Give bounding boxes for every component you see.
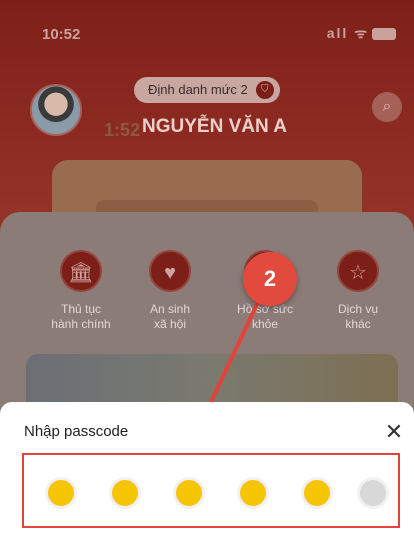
shield-icon: ⛉ xyxy=(255,81,274,99)
passcode-dot xyxy=(304,480,330,506)
service-label-line2: khác xyxy=(345,317,371,331)
service-label: Hồ sơ sức khỏe xyxy=(225,302,305,332)
passcode-dot xyxy=(176,480,202,506)
service-label: Thủ tục hành chính xyxy=(41,302,121,332)
signal-wifi-icon: all ᯤ xyxy=(327,24,396,43)
user-name: NGUYỄN VĂN A xyxy=(142,116,287,137)
service-label: An sinh xã hội xyxy=(130,302,210,332)
service-label-line1: An sinh xyxy=(149,302,191,316)
service-label-line1: Thủ tục xyxy=(60,302,102,316)
passcode-sheet: Nhập passcode ✕ xyxy=(0,402,414,538)
bank-icon: 🏛 xyxy=(60,250,102,292)
time-overlay: 1:52 xyxy=(104,120,141,140)
signal-icons: all ᯤ xyxy=(326,25,369,41)
avatar[interactable] xyxy=(30,84,82,136)
identity-level-badge[interactable]: Định danh mức 2 ⛉ xyxy=(134,77,280,103)
family-icon: ♥ xyxy=(149,250,191,292)
passcode-dot xyxy=(112,480,138,506)
service-label: Dịch vụ khác xyxy=(318,302,398,332)
step-number-badge: 2 xyxy=(243,252,297,306)
close-icon: ✕ xyxy=(384,419,404,444)
service-social-security[interactable]: ♥ An sinh xã hội xyxy=(130,250,210,332)
star-icon: ☆ xyxy=(337,250,379,292)
passcode-dot xyxy=(240,480,266,506)
service-label-line1: Dịch vụ xyxy=(337,302,378,316)
service-label-line2: khỏe xyxy=(251,317,279,331)
identity-level-label: Định danh mức 2 xyxy=(148,82,248,97)
service-label-line2: xã hội xyxy=(153,317,187,331)
passcode-dot xyxy=(48,480,74,506)
passcode-dot xyxy=(360,480,386,506)
service-other[interactable]: ☆ Dịch vụ khác xyxy=(318,250,398,332)
service-administrative[interactable]: 🏛 Thủ tục hành chính xyxy=(41,250,121,332)
battery-icon xyxy=(372,28,396,41)
search-button[interactable]: ⌕ xyxy=(372,92,402,122)
passcode-input[interactable] xyxy=(22,453,400,528)
status-time: 10:52 xyxy=(42,26,81,43)
status-bar: 10:52 all ᯤ xyxy=(0,0,414,60)
close-button[interactable]: ✕ xyxy=(380,418,408,446)
search-icon: ⌕ xyxy=(382,98,392,115)
passcode-title: Nhập passcode xyxy=(24,423,129,440)
service-label-line2: hành chính xyxy=(51,317,111,331)
